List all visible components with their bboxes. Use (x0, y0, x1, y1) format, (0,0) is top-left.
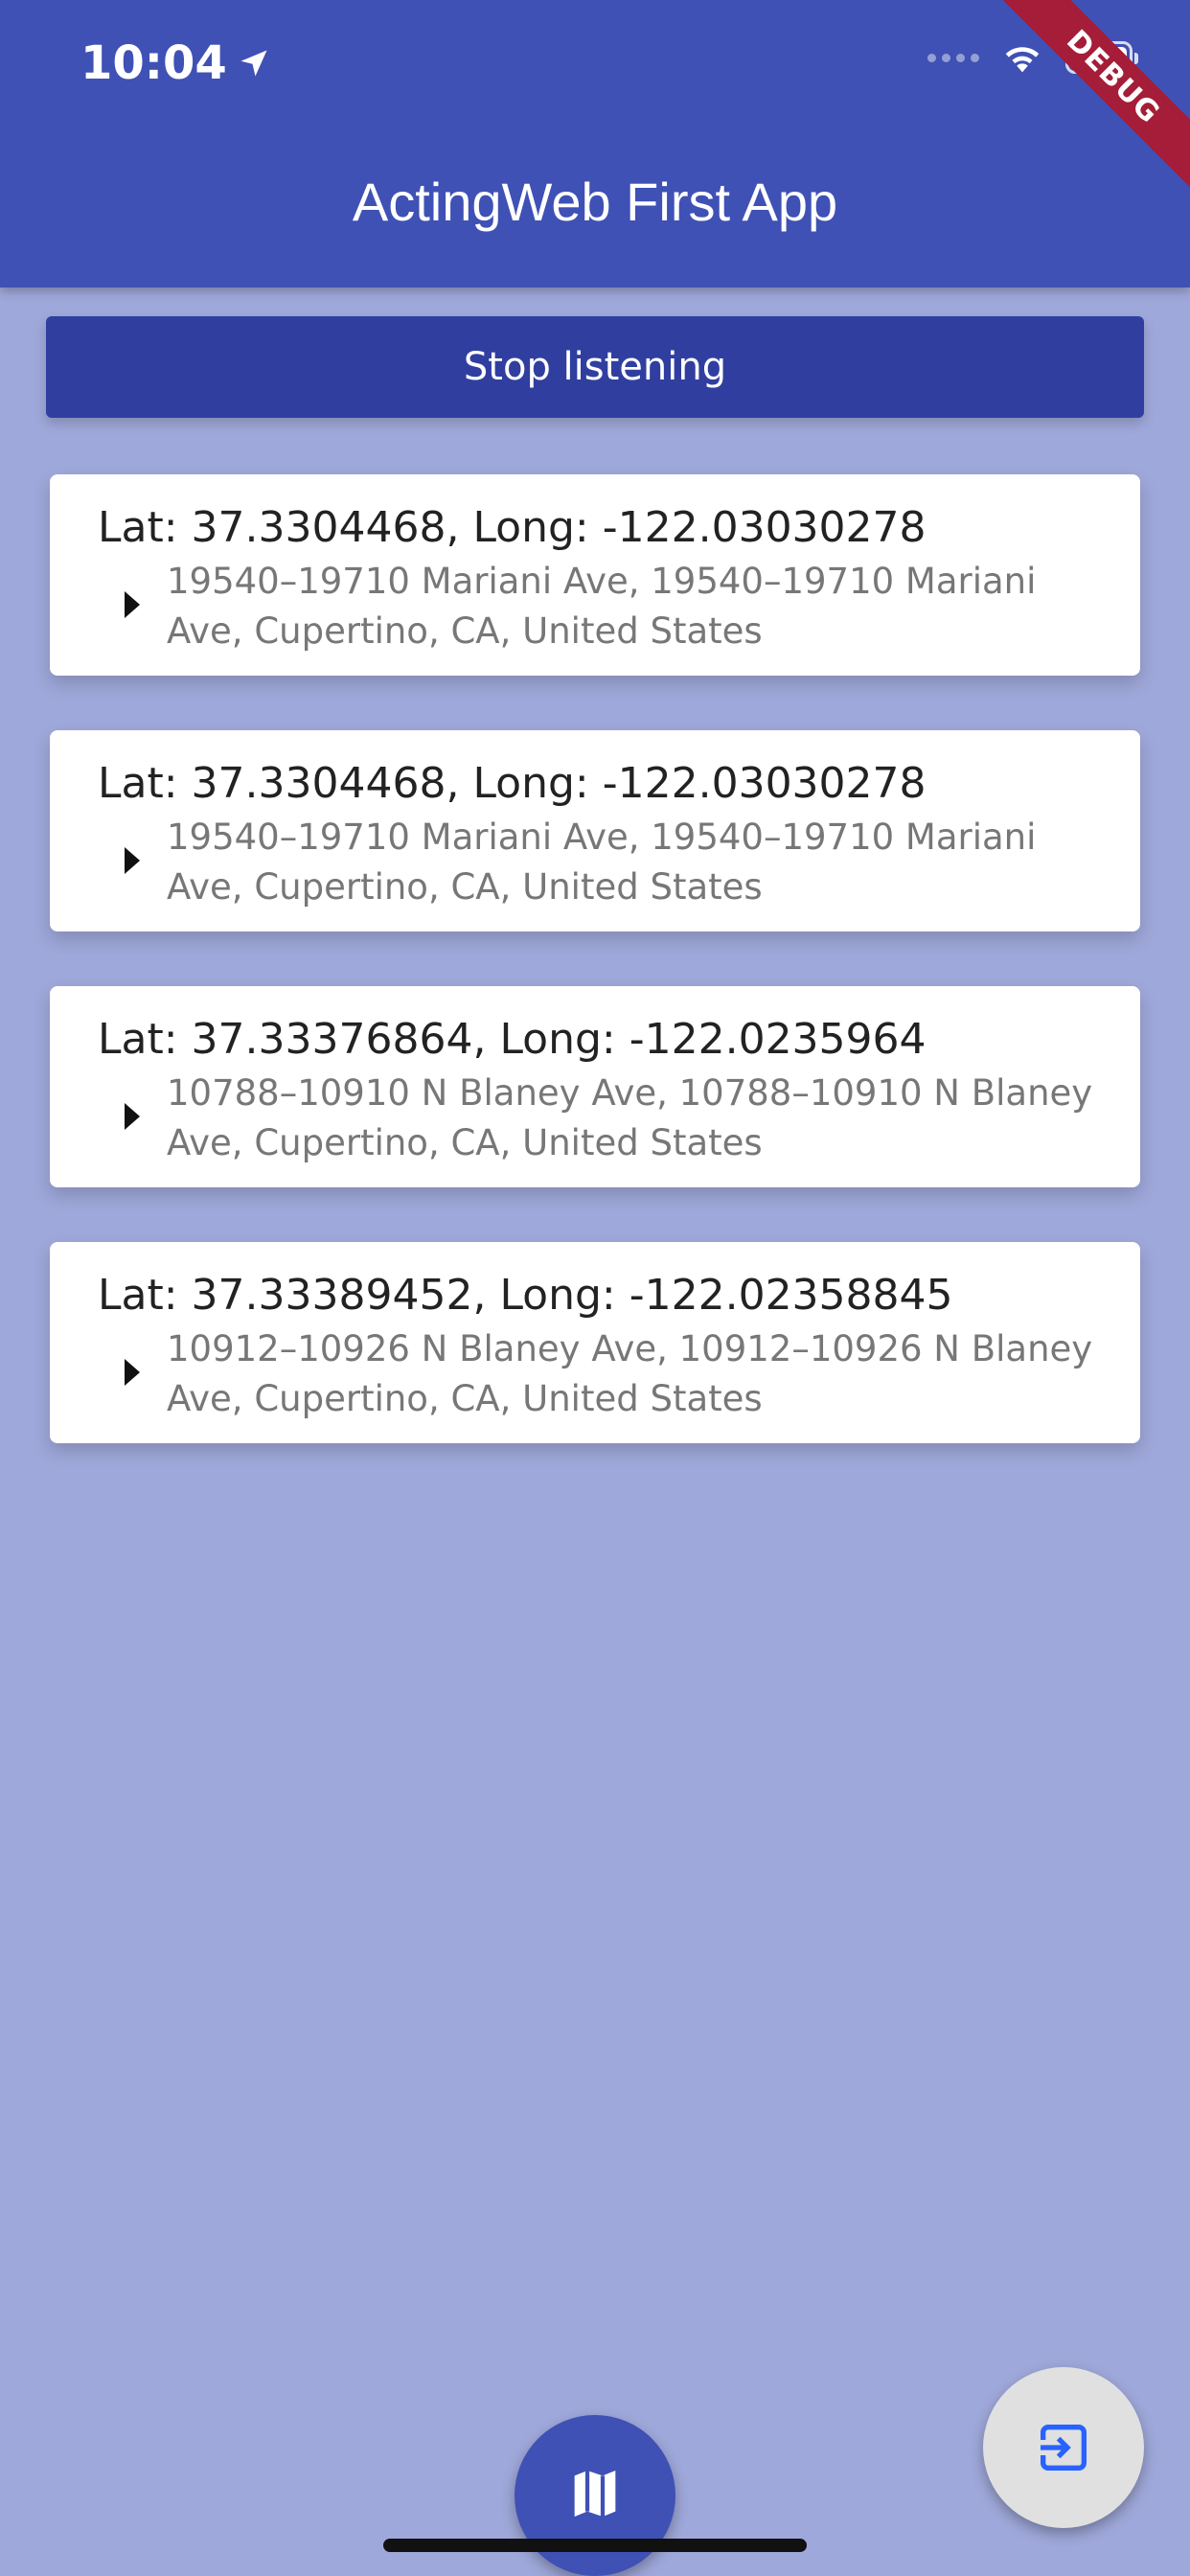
stop-listening-button[interactable]: Stop listening (46, 316, 1144, 418)
signal-icon (927, 53, 979, 62)
location-card[interactable]: Lat: 37.33376864, Long: -122.0235964 107… (50, 986, 1140, 1187)
location-coords: Lat: 37.3304468, Long: -122.03030278 (98, 759, 927, 808)
expand-arrow-icon[interactable] (125, 591, 140, 618)
location-card[interactable]: Lat: 37.33389452, Long: -122.02358845 10… (50, 1242, 1140, 1443)
exit-icon (1038, 2425, 1087, 2471)
location-address: 10788–10910 N Blaney Ave, 10788–10910 N … (167, 1072, 1093, 1163)
location-address: 10912–10926 N Blaney Ave, 10912–10926 N … (167, 1328, 1093, 1419)
location-address: 19540–19710 Mariani Ave, 19540–19710 Mar… (167, 561, 1037, 652)
app-bar: 10:04 DEBUG ActingWeb First App (0, 0, 1190, 288)
expand-arrow-icon[interactable] (125, 847, 140, 874)
location-arrow-icon (240, 50, 267, 77)
exit-button[interactable] (983, 2367, 1144, 2528)
location-coords: Lat: 37.33376864, Long: -122.0235964 (98, 1015, 927, 1064)
expand-arrow-icon[interactable] (125, 1359, 140, 1386)
status-time: 10:04 (80, 36, 271, 90)
expand-arrow-icon[interactable] (125, 1103, 140, 1130)
location-card[interactable]: Lat: 37.3304468, Long: -122.03030278 195… (50, 474, 1140, 676)
page-title: ActingWeb First App (352, 172, 838, 232)
location-card[interactable]: Lat: 37.3304468, Long: -122.03030278 195… (50, 730, 1140, 932)
wifi-icon (1005, 47, 1040, 73)
location-address: 19540–19710 Mariani Ave, 19540–19710 Mar… (167, 816, 1037, 908)
home-indicator (383, 2539, 807, 2552)
location-coords: Lat: 37.3304468, Long: -122.03030278 (98, 503, 927, 552)
location-coords: Lat: 37.33389452, Long: -122.02358845 (98, 1271, 953, 1320)
map-icon (574, 2471, 616, 2517)
